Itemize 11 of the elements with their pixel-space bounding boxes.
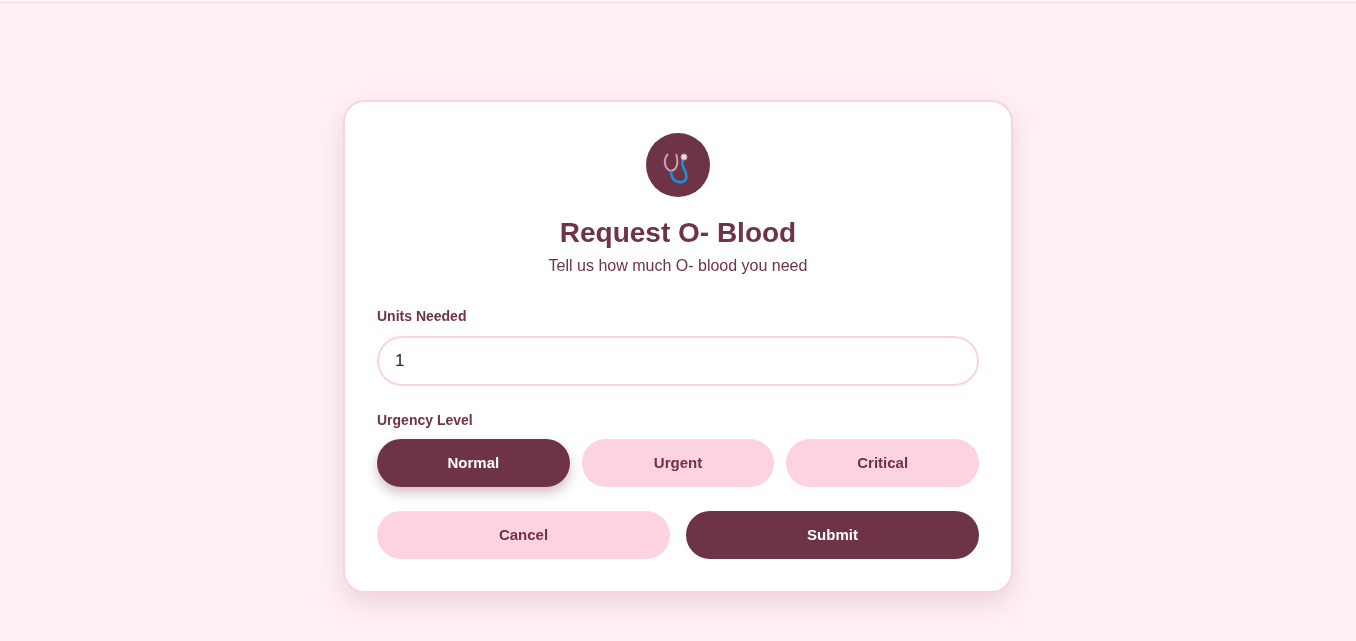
field-label: Urgency Level: [377, 411, 474, 430]
urgency-option[interactable]: Critical: [786, 439, 979, 487]
stethoscope-icon: [646, 133, 710, 197]
submit-button[interactable]: Submit: [686, 511, 979, 559]
urgency-option[interactable]: Urgent: [581, 439, 775, 487]
urgency-option[interactable]: Normal: [377, 439, 570, 487]
field-label: Units Needed: [377, 307, 468, 326]
units-input[interactable]: 1: [377, 336, 979, 386]
form-subtitle: Tell us how much O- blood you need: [547, 256, 809, 276]
cancel-button[interactable]: Cancel: [377, 511, 670, 559]
form-title: Request O- Blood: [558, 216, 798, 250]
